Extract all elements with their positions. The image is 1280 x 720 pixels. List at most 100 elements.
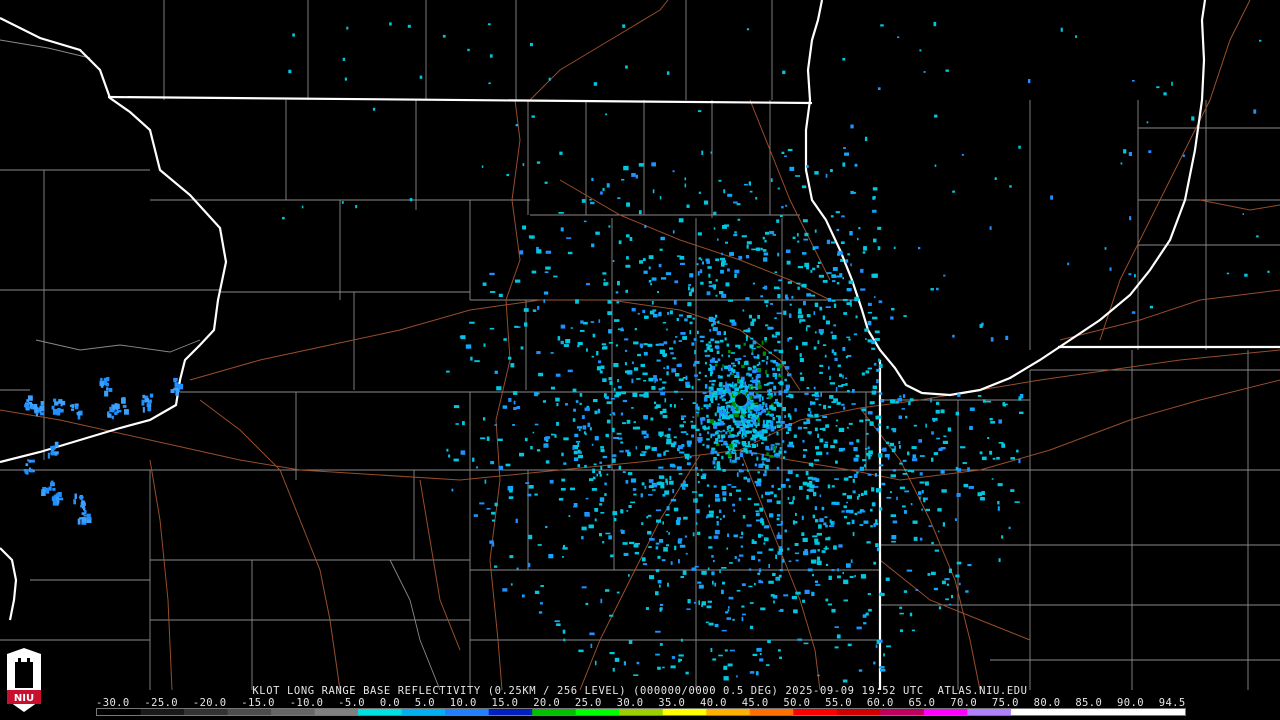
echo-pixel (857, 237, 859, 241)
echo-pixel (831, 569, 835, 572)
echo-pixel (758, 405, 762, 410)
echo-pixel (644, 391, 649, 397)
echo-pixel (989, 450, 993, 455)
echo-pixel (776, 514, 781, 517)
echo-pixel (721, 589, 724, 595)
echo-pixel (738, 385, 743, 389)
echo-pixel (746, 445, 751, 448)
echo-pixel (560, 488, 566, 491)
echo-pixel (821, 550, 826, 553)
echo-pixel (766, 407, 769, 411)
echo-pixel (1182, 154, 1185, 157)
echo-pixel (873, 238, 877, 243)
echo-pixel (748, 585, 753, 588)
echo-pixel (650, 283, 653, 286)
echo-pixel (886, 441, 890, 444)
echo-pixel (655, 569, 660, 573)
echo-pixel (765, 369, 767, 375)
echo-pixel (510, 583, 513, 586)
echo-pixel (346, 26, 349, 30)
echo-pixel (572, 446, 575, 450)
echo-pixel (892, 520, 898, 524)
echo-pixel (611, 412, 615, 414)
echo-pixel (600, 446, 604, 449)
echo-pixel (592, 333, 596, 338)
echo-pixel (502, 405, 508, 409)
echo-pixel (701, 601, 706, 606)
echo-pixel (1067, 262, 1070, 266)
echo-pixel (718, 414, 721, 419)
echo-pixel (600, 191, 603, 195)
echo-pixel (561, 452, 564, 457)
echo-pixel (149, 393, 154, 398)
echo-pixel (598, 319, 601, 323)
echo-pixel (815, 446, 819, 450)
echo-pixel (577, 464, 580, 468)
echo-pixel (1050, 195, 1053, 200)
echo-pixel (625, 289, 628, 293)
echo-pixel (806, 325, 811, 328)
echo-pixel (765, 464, 769, 470)
echo-pixel (915, 589, 919, 591)
echo-pixel (666, 328, 668, 331)
echo-pixel (806, 419, 810, 422)
echo-pixel (764, 285, 768, 290)
echo-pixel (715, 494, 720, 498)
echo-pixel (814, 427, 818, 432)
echo-pixel (843, 599, 848, 602)
echo-pixel (797, 314, 804, 319)
echo-pixel (765, 324, 769, 327)
echo-pixel (726, 547, 729, 550)
echo-pixel (678, 473, 683, 475)
echo-pixel (756, 373, 761, 378)
echo-pixel (657, 453, 662, 457)
echo-pixel (897, 36, 900, 39)
echo-pixel (707, 567, 710, 571)
echo-pixel (728, 299, 734, 302)
echo-pixel (683, 487, 686, 491)
echo-pixel (750, 386, 753, 390)
echo-pixel (633, 421, 636, 423)
echo-pixel (617, 437, 619, 440)
echo-pixel (741, 235, 747, 238)
echo-pixel (754, 480, 759, 484)
echo-pixel (861, 372, 865, 376)
echo-pixel (560, 324, 566, 329)
echo-pixel (795, 591, 801, 595)
echo-pixel (701, 570, 707, 575)
echo-pixel (633, 493, 637, 496)
echo-pixel (719, 421, 724, 426)
echo-pixel (757, 417, 760, 422)
echo-pixel (825, 320, 830, 325)
color-bar-segment (401, 709, 446, 715)
echo-pixel (930, 288, 934, 291)
echo-pixel (723, 665, 728, 670)
echo-pixel (766, 356, 769, 360)
echo-pixel (890, 316, 894, 320)
echo-pixel (715, 294, 718, 297)
echo-pixel (652, 489, 656, 491)
echo-pixel (706, 291, 711, 296)
echo-pixel (756, 456, 759, 461)
echo-pixel (831, 299, 836, 302)
echo-pixel (724, 263, 728, 265)
radar-map[interactable] (0, 0, 1280, 720)
echo-pixel (694, 360, 700, 364)
echo-pixel (706, 605, 712, 609)
echo-pixel (892, 469, 897, 472)
echo-pixel (835, 460, 838, 464)
echo-pixel (494, 502, 498, 507)
echo-pixel (810, 269, 813, 273)
echo-pixel (612, 458, 616, 463)
echo-pixel (755, 512, 760, 517)
echo-pixel (560, 227, 564, 232)
echo-pixel (722, 514, 725, 518)
echo-pixel (749, 367, 752, 371)
echo-pixel (952, 190, 956, 193)
echo-pixel (755, 247, 761, 251)
echo-pixel (602, 541, 605, 544)
echo-pixel (671, 368, 677, 373)
echo-pixel (990, 337, 994, 342)
echo-pixel (708, 273, 711, 278)
echo-pixel (553, 275, 558, 278)
